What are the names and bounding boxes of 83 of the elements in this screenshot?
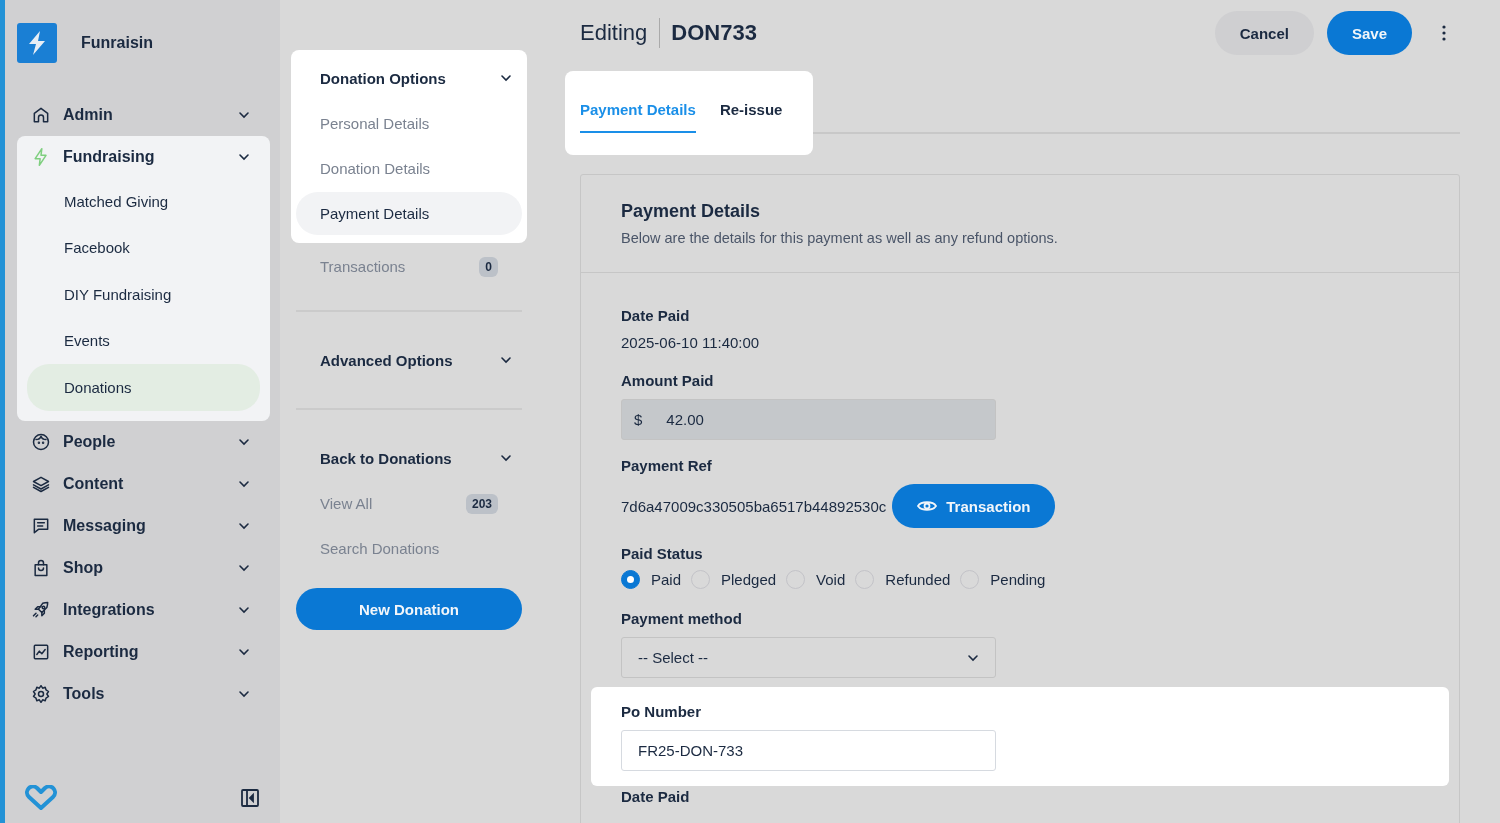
count-badge: 203 — [465, 493, 498, 514]
transaction-button[interactable]: Transaction — [892, 484, 1056, 528]
card-description: Below are the details for this payment as well as any refund options. — [621, 230, 1059, 246]
home-icon — [31, 105, 51, 125]
chevron-down-icon — [500, 74, 512, 82]
radio-option[interactable]: Paid — [621, 570, 682, 589]
radio-option[interactable]: Pending — [960, 570, 1046, 589]
chevron-down-icon — [238, 153, 250, 161]
sidebar-subitem[interactable]: DIY Fundraising — [27, 271, 260, 318]
sidebar-item[interactable]: Tools — [17, 672, 270, 715]
subnav-item[interactable]: Transactions 0 — [296, 245, 522, 288]
cancel-button[interactable]: Cancel — [1214, 11, 1314, 55]
chevron-down-icon — [238, 111, 250, 119]
radio-option[interactable]: Pledged — [691, 570, 777, 589]
amount-field: $ 42.00 — [621, 399, 996, 440]
chevron-down-icon — [238, 479, 250, 488]
payment-ref: 7d6a47009c330505ba6517b44892530c — [621, 497, 887, 515]
field-label: Payment Ref — [621, 457, 713, 474]
rocket-icon — [31, 599, 51, 620]
chevron-down-icon — [967, 653, 979, 662]
count-badge: 0 — [479, 256, 498, 277]
field-label: Date Paid — [621, 307, 691, 324]
field-label: Po Number — [621, 703, 702, 720]
sidebar-item[interactable]: People — [17, 420, 270, 463]
subnav-label: Donation Details — [320, 160, 431, 177]
section-header[interactable]: Donation Options — [296, 56, 522, 100]
subnav-label: View All — [320, 495, 373, 512]
select-field[interactable]: -- Select -- — [621, 637, 996, 678]
chevron-down-icon — [500, 454, 512, 462]
field-value: 2025-06-10 11:40:00 — [621, 334, 761, 351]
section-title: Advanced Options — [320, 351, 453, 369]
subnav-item[interactable]: Personal Details — [296, 102, 522, 145]
sidebar-item[interactable]: Reporting — [17, 630, 270, 673]
subnav-label: Payment Details — [320, 205, 430, 222]
sidebar-item[interactable]: Messaging — [17, 504, 270, 547]
subnav-item[interactable]: Donation Details — [296, 147, 522, 190]
page-title: DON733 — [670, 20, 758, 46]
subnav-item[interactable]: View All 203 — [296, 482, 522, 525]
field-label: Date Paid — [621, 788, 691, 805]
chevron-down-icon — [238, 647, 250, 656]
chevron-down-icon — [238, 563, 250, 572]
subnav-label: Transactions — [320, 258, 406, 275]
sidebar-item[interactable]: Integrations — [17, 588, 270, 631]
section-title: Donation Options — [320, 69, 446, 87]
page-prefix: Editing — [580, 18, 661, 48]
heart-logo-icon — [25, 785, 57, 811]
sidebar-item[interactable]: Admin — [17, 94, 270, 136]
collapse-sidebar-icon[interactable] — [240, 788, 260, 808]
field-label: Paid Status — [621, 545, 704, 562]
sidebar-item[interactable]: Shop — [17, 546, 270, 589]
sidebar-item[interactable]: Fundraising — [17, 136, 270, 178]
more-options-icon[interactable] — [1442, 25, 1446, 41]
subnav-item[interactable]: Payment Details — [296, 192, 522, 235]
chevron-down-icon — [500, 356, 512, 364]
shopping-bag-icon — [31, 557, 51, 578]
app-logo — [17, 23, 57, 63]
new-donation-button[interactable]: New Donation — [296, 588, 522, 630]
settings-icon — [31, 683, 51, 704]
input-field[interactable]: FR25-DON-733 — [621, 730, 996, 771]
field-label: Amount Paid — [621, 372, 715, 389]
save-button[interactable]: Save — [1326, 11, 1412, 55]
subnav-label: Personal Details — [320, 115, 430, 132]
radio-option[interactable]: Refunded — [855, 570, 951, 589]
sidebar-subitem[interactable]: Facebook — [27, 224, 260, 271]
radio-option[interactable]: Void — [786, 570, 846, 589]
chevron-down-icon — [238, 437, 250, 446]
sidebar-subitem[interactable]: Matched Giving — [27, 178, 260, 225]
sidebar-subitem[interactable]: Events — [27, 317, 260, 364]
tab[interactable]: Re-issue — [719, 91, 783, 133]
chevron-down-icon — [238, 689, 250, 698]
sidebar-item[interactable]: Content — [17, 462, 270, 505]
section-header[interactable]: Advanced Options — [296, 338, 522, 382]
sidebar-subitem[interactable]: Donations — [27, 364, 260, 411]
chevron-down-icon — [238, 605, 250, 614]
field-label: Payment method — [621, 610, 743, 627]
chevron-down-icon — [238, 521, 250, 530]
section-header[interactable]: Back to Donations — [296, 436, 522, 480]
face-icon — [31, 431, 51, 452]
eye-icon — [917, 499, 938, 513]
card-title: Payment Details — [621, 201, 762, 222]
section-title: Back to Donations — [320, 449, 452, 467]
brand-name: Funraisin — [81, 34, 153, 52]
subnav-label: Search Donations — [320, 540, 440, 557]
